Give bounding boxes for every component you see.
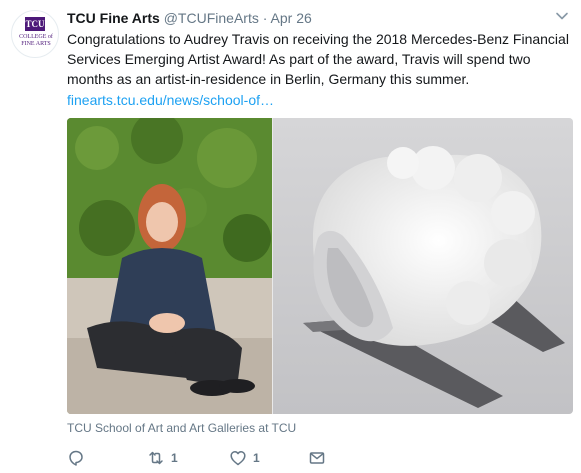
like-button[interactable]: 1 (229, 448, 260, 468)
avatar[interactable]: TCU COLLEGE of FINE ARTS (11, 10, 59, 58)
tweet-header: TCU Fine Arts @TCUFineArts · Apr 26 (67, 8, 312, 28)
tweet-card[interactable]: TCU COLLEGE of FINE ARTS TCU Fine Arts @… (0, 0, 581, 473)
retweet-count: 1 (171, 451, 178, 465)
tweet-text: Congratulations to Audrey Travis on rece… (67, 31, 569, 87)
media-container[interactable] (67, 118, 573, 414)
user-handle[interactable]: @TCUFineArts (164, 10, 259, 26)
separator-dot: · (262, 10, 268, 26)
heart-icon (230, 451, 246, 466)
retweet-icon (149, 451, 163, 465)
tweet-link[interactable]: finearts.tcu.edu/news/school-of… (67, 90, 274, 110)
tweet-date[interactable]: Apr 26 (271, 10, 312, 26)
chevron-down-icon[interactable] (555, 9, 569, 23)
sculpture-photo[interactable] (273, 118, 573, 414)
reply-icon (69, 450, 83, 466)
direct-message-button[interactable] (308, 448, 326, 468)
portrait-photo[interactable] (67, 118, 272, 414)
avatar-caption: COLLEGE of FINE ARTS (19, 34, 53, 47)
like-count: 1 (253, 451, 260, 465)
reply-button[interactable] (67, 448, 85, 468)
tcu-logo: TCU (25, 17, 45, 31)
envelope-icon (309, 452, 325, 464)
display-name[interactable]: TCU Fine Arts (67, 10, 160, 26)
retweet-button[interactable]: 1 (147, 448, 178, 468)
media-caption[interactable]: TCU School of Art and Art Galleries at T… (67, 420, 296, 436)
